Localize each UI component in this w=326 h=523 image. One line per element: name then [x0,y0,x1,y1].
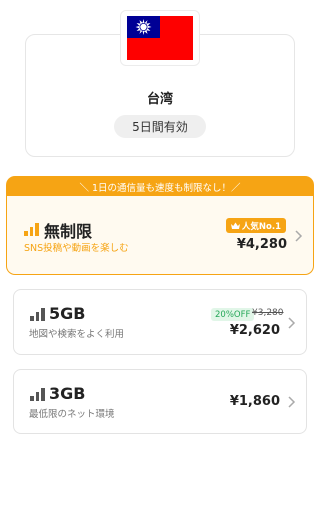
validity-badge: 5日間有効 [114,115,206,138]
chevron-right-icon [288,396,296,408]
plan-title: 5GB [49,304,86,323]
plan-subtitle: SNS投稿や動画を楽しむ [24,243,129,254]
plan-option-unlimited[interactable]: 無制限 SNS投稿や動画を楽しむ 人気No.1 ¥4,280 [6,196,314,275]
plan-price: ¥1,860 [229,394,280,409]
taiwan-flag-icon [127,16,193,60]
plan-subtitle: 地図や検索をよく利用 [29,329,125,340]
chevron-right-icon [288,317,296,329]
plan-title: 無制限 [44,222,93,241]
signal-low-icon [30,388,45,401]
chevron-right-icon [295,230,303,242]
flag-frame [120,10,200,66]
plan-option-5gb[interactable]: 5GB 地図や検索をよく利用 20%OFF ¥3,280 ¥2,620 [13,289,307,355]
plan-title: 3GB [49,384,86,403]
crown-icon [230,222,240,229]
popular-badge-label: 人気No.1 [241,221,281,232]
discount-badge: 20%OFF [211,308,255,321]
plan-price: ¥4,280 [236,237,287,252]
original-price: ¥3,280 [252,308,284,318]
signal-medium-icon [30,308,45,321]
plan-option-3gb[interactable]: 3GB 最低限のネット環境 ¥1,860 [13,369,307,434]
popular-badge: 人気No.1 [225,218,286,233]
promo-banner: ＼ 1日の通信量も速度も制限なし！／ [6,176,314,198]
country-name: 台湾 [146,92,173,107]
plan-subtitle: 最低限のネット環境 [29,409,115,420]
plan-price: ¥2,620 [229,323,280,338]
signal-full-icon [24,223,39,236]
